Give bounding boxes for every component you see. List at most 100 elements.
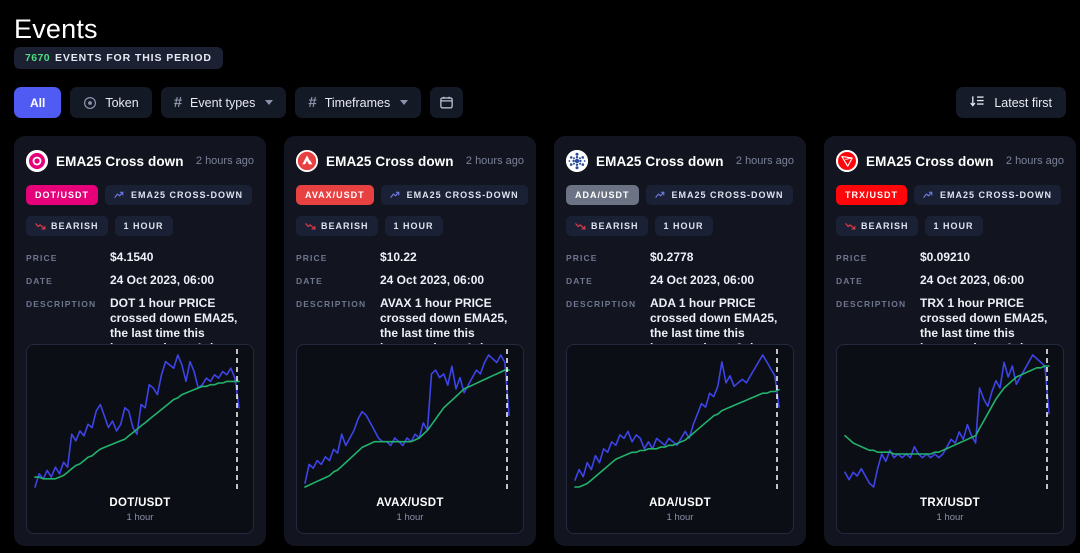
chart-title: AVAX/USDT — [376, 497, 444, 509]
chart-subtitle: 1 hour — [396, 512, 424, 523]
price-chart[interactable]: TRX/USDT 1 hour — [836, 344, 1064, 534]
timeframe-badge[interactable]: 1 HOUR — [114, 216, 173, 236]
date-label: DATE — [26, 276, 53, 286]
tag-row-secondary: BEARISH 1 HOUR — [566, 216, 794, 236]
chart-title: ADA/USDT — [649, 497, 711, 509]
tag-row-secondary: BEARISH 1 HOUR — [296, 216, 524, 236]
tag-row-secondary: BEARISH 1 HOUR — [26, 216, 254, 236]
card-details: PRICE $10.22 DATE 24 Oct 2023, 06:00 DESCRIP… — [296, 250, 524, 356]
price-chart[interactable]: ADA/USDT 1 hour — [566, 344, 794, 534]
price-chart[interactable]: DOT/USDT 1 hour — [26, 344, 254, 534]
calendar-icon — [439, 95, 454, 110]
tag-row-primary: ADA/USDT EMA25 CROSS-DOWN — [566, 185, 794, 205]
date-value: 24 Oct 2023, 06:00 — [920, 273, 1025, 287]
event-card[interactable]: EMA25 Cross down 2 hours ago ADA/USDT EMA25… — [554, 136, 806, 546]
card-header: EMA25 Cross down 2 hours ago — [566, 148, 794, 174]
timeframe-badge[interactable]: 1 HOUR — [654, 216, 713, 236]
detail-row-price: PRICE $0.2778 — [566, 250, 794, 265]
card-timestamp: 2 hours ago — [735, 155, 794, 167]
event-card[interactable]: EMA25 Cross down 2 hours ago AVAX/USDT EMA2… — [284, 136, 536, 546]
chart-subtitle: 1 hour — [126, 512, 154, 523]
bearish-icon — [35, 222, 46, 231]
detail-row-date: DATE 24 Oct 2023, 06:00 — [26, 273, 254, 288]
card-timestamp: 2 hours ago — [465, 155, 524, 167]
timeframe-badge[interactable]: 1 HOUR — [924, 216, 983, 236]
card-title: EMA25 Cross down — [866, 153, 994, 169]
sort-button[interactable]: Latest first — [956, 87, 1066, 118]
events-grid: EMA25 Cross down 2 hours ago DOT/USDT EMA25… — [14, 136, 1076, 546]
cardano-icon — [566, 150, 588, 172]
event-count-label: EVENTS FOR THIS PERIOD — [54, 52, 212, 64]
event-type-badge[interactable]: EMA25 CROSS-DOWN — [645, 185, 793, 205]
bearish-icon — [845, 222, 856, 231]
card-timestamp: 2 hours ago — [195, 155, 254, 167]
pair-badge[interactable]: DOT/USDT — [26, 185, 98, 205]
trend-badge[interactable]: BEARISH — [296, 216, 378, 236]
price-label: PRICE — [26, 253, 58, 263]
price-value: $10.22 — [380, 250, 417, 264]
detail-row-date: DATE 24 Oct 2023, 06:00 — [296, 273, 524, 288]
bearish-icon — [575, 222, 586, 231]
filter-event-types-button[interactable]: # Event types — [160, 87, 287, 118]
event-type-badge[interactable]: EMA25 CROSS-DOWN — [105, 185, 253, 205]
chevron-down-icon — [400, 100, 409, 105]
tron-icon — [836, 150, 858, 172]
date-value: 24 Oct 2023, 06:00 — [110, 273, 215, 287]
tag-row-primary: AVAX/USDT EMA25 CROSS-DOWN — [296, 185, 528, 205]
date-label: DATE — [296, 276, 323, 286]
event-type-badge[interactable]: EMA25 CROSS-DOWN — [914, 185, 1062, 205]
price-value: $0.2778 — [650, 250, 694, 264]
bearish-icon — [305, 222, 316, 231]
cross-down-icon — [923, 191, 935, 200]
cross-down-icon — [654, 191, 667, 200]
tag-row-primary: TRX/USDT EMA25 CROSS-DOWN — [836, 185, 1064, 205]
event-type-label: EMA25 CROSS-DOWN — [131, 190, 244, 200]
description-label: DESCRIPTION — [296, 299, 367, 309]
tag-row-secondary: BEARISH 1 HOUR — [836, 216, 1064, 236]
description-label: DESCRIPTION — [566, 299, 637, 309]
event-type-label: EMA25 CROSS-DOWN — [406, 190, 519, 200]
filter-timeframes-label: Timeframes — [324, 95, 391, 110]
pair-badge[interactable]: AVAX/USDT — [296, 185, 374, 205]
hash-icon: # — [308, 94, 317, 111]
sort-descending-icon — [970, 94, 985, 112]
chart-subtitle: 1 hour — [936, 512, 964, 523]
event-count-value: 7670 — [25, 52, 50, 64]
trend-label: BEARISH — [51, 221, 99, 231]
event-card[interactable]: EMA25 Cross down 2 hours ago DOT/USDT EMA25… — [14, 136, 266, 546]
card-details: PRICE $4.1540 DATE 24 Oct 2023, 06:00 DESCRI… — [26, 250, 254, 356]
chart-title: TRX/USDT — [920, 497, 980, 509]
description-label: DESCRIPTION — [26, 299, 97, 309]
sort-label: Latest first — [994, 95, 1052, 110]
detail-row-price: PRICE $10.22 — [296, 250, 524, 265]
trend-badge[interactable]: BEARISH — [836, 216, 918, 236]
detail-row-price: PRICE $4.1540 — [26, 250, 254, 265]
target-icon — [83, 96, 97, 110]
filter-all-button[interactable]: All — [14, 87, 62, 118]
date-label: DATE — [566, 276, 593, 286]
price-label: PRICE — [296, 253, 328, 263]
pair-badge[interactable]: TRX/USDT — [836, 185, 907, 205]
filter-token-label: Token — [105, 95, 139, 110]
timeframe-badge[interactable]: 1 HOUR — [384, 216, 443, 236]
pair-badge[interactable]: ADA/USDT — [566, 185, 639, 205]
card-header: EMA25 Cross down 2 hours ago — [836, 148, 1064, 174]
trend-badge[interactable]: BEARISH — [26, 216, 108, 236]
chevron-down-icon — [265, 100, 274, 105]
price-chart[interactable]: AVAX/USDT 1 hour — [296, 344, 524, 534]
tag-row-primary: DOT/USDT EMA25 CROSS-DOWN — [26, 185, 254, 205]
event-card[interactable]: EMA25 Cross down 2 hours ago TRX/USDT EMA25… — [824, 136, 1076, 546]
filter-timeframes-button[interactable]: # Timeframes — [295, 87, 422, 118]
event-count-badge: 7670 EVENTS FOR THIS PERIOD — [14, 47, 223, 69]
trend-badge[interactable]: BEARISH — [566, 216, 648, 236]
trend-label: BEARISH — [591, 221, 639, 231]
polkadot-icon — [26, 150, 48, 172]
card-timestamp: 2 hours ago — [1005, 155, 1064, 167]
card-header: EMA25 Cross down 2 hours ago — [26, 148, 254, 174]
filter-date-button[interactable] — [430, 87, 464, 118]
hash-icon: # — [173, 94, 183, 111]
event-type-badge[interactable]: EMA25 CROSS-DOWN — [380, 185, 528, 205]
date-label: DATE — [836, 276, 863, 286]
filter-token-button[interactable]: Token — [70, 87, 152, 118]
card-header: EMA25 Cross down 2 hours ago — [296, 148, 524, 174]
